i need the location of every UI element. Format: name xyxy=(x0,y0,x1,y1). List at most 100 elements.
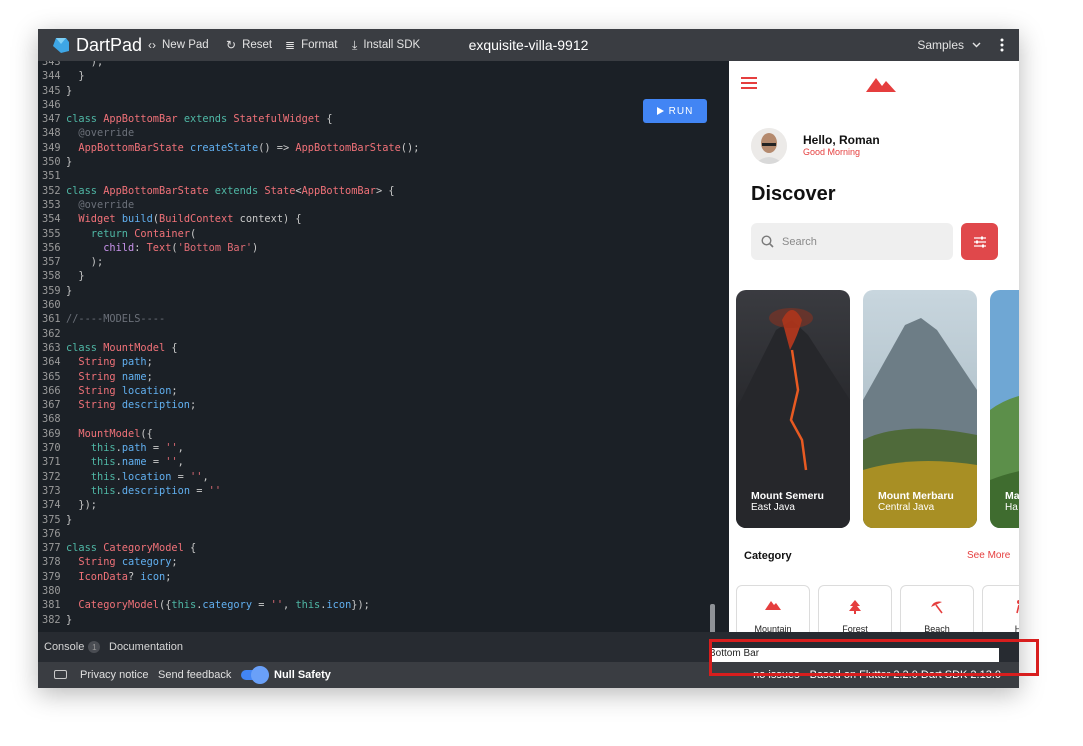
category-beach[interactable]: Beach xyxy=(900,585,974,632)
send-feedback-link[interactable]: Send feedback xyxy=(158,662,231,688)
code-line: 381 CategoryModel({this.category = '', t… xyxy=(38,598,715,612)
code-text: } xyxy=(66,156,73,169)
code-text: } xyxy=(66,284,73,297)
app-preview: Hello, Roman Good Morning Discover Searc… xyxy=(729,61,1019,632)
line-number: 346 xyxy=(42,98,61,111)
sdk-status: no issues Based on Flutter 2.2.0 Dart SD… xyxy=(753,662,1001,688)
code-line: 358 } xyxy=(38,269,715,283)
line-number: 358 xyxy=(42,270,61,283)
issues-text: no issues xyxy=(753,669,800,681)
code-line: 352 class AppBottomBarState extends State… xyxy=(38,184,715,198)
menu-icon[interactable] xyxy=(741,77,757,89)
code-text: String description; xyxy=(78,399,197,412)
code-text: this.description = '' xyxy=(90,484,222,497)
sdk-version-text: Based on Flutter 2.2.0 Dart SDK 2.13.0 xyxy=(809,669,1001,681)
mountain-card[interactable]: Mount Semeru East Java xyxy=(736,290,850,528)
line-number: 348 xyxy=(42,127,61,140)
hiking-icon xyxy=(1016,600,1019,614)
line-number: 343 xyxy=(42,61,61,68)
code-line: 370 this.path = '', xyxy=(38,441,715,455)
mountain-icon xyxy=(765,601,781,610)
code-line: 351 xyxy=(38,169,715,183)
category-label: Beach xyxy=(924,624,950,632)
format-button[interactable]: ≣ Format xyxy=(285,29,337,61)
reset-icon: ↻ xyxy=(226,38,237,52)
line-number: 364 xyxy=(42,356,61,369)
line-number: 375 xyxy=(42,513,61,526)
format-lines-icon: ≣ xyxy=(285,38,296,52)
documentation-tab[interactable]: Documentation xyxy=(109,632,183,662)
reset-button[interactable]: ↻ Reset xyxy=(226,29,272,61)
console-tab[interactable]: Console 1 xyxy=(44,632,101,662)
new-pad-button[interactable]: ‹› New Pad xyxy=(148,29,209,61)
code-line: 378 String category; xyxy=(38,555,715,569)
user-greeting-time: Good Morning xyxy=(803,147,861,157)
line-number: 373 xyxy=(42,484,61,497)
line-number: 380 xyxy=(42,584,61,597)
line-number: 376 xyxy=(42,527,61,540)
code-text: class AppBottomBarState extends State<Ap… xyxy=(66,184,395,197)
line-number: 371 xyxy=(42,456,61,469)
mountain-card[interactable]: Ma Ha xyxy=(990,290,1019,528)
line-number: 359 xyxy=(42,284,61,297)
line-number: 377 xyxy=(42,542,61,555)
search-icon xyxy=(761,235,774,248)
avatar xyxy=(751,128,787,164)
code-text: MountModel({ xyxy=(78,427,153,440)
toggle-knob xyxy=(251,666,269,684)
status-bar: Privacy notice Send feedback Null Safety… xyxy=(38,662,1019,688)
search-input[interactable]: Search xyxy=(751,223,953,260)
run-button[interactable]: RUN xyxy=(643,99,707,123)
code-line: 362 xyxy=(38,327,715,341)
category-mountain[interactable]: Mountain xyxy=(736,585,810,632)
code-line: 359} xyxy=(38,284,715,298)
install-sdk-button[interactable]: ⤓ Install SDK xyxy=(352,29,420,61)
keyboard-icon[interactable] xyxy=(54,670,67,679)
samples-dropdown[interactable]: Samples xyxy=(917,29,981,61)
code-text: } xyxy=(66,70,85,83)
card-location: Ha xyxy=(1005,502,1018,513)
install-sdk-label: Install SDK xyxy=(363,39,421,51)
code-text: ); xyxy=(66,256,104,269)
code-line: 349 AppBottomBarState createState() => A… xyxy=(38,141,715,155)
code-text: } xyxy=(66,270,85,283)
code-text: } xyxy=(66,613,73,626)
line-number: 378 xyxy=(42,556,61,569)
mountain-card[interactable]: Mount Merbaru Central Java xyxy=(863,290,977,528)
code-text: IconData? icon; xyxy=(78,570,172,583)
null-safety-label: Null Safety xyxy=(274,669,331,681)
line-number: 354 xyxy=(42,213,61,226)
code-line: 373 this.description = '' xyxy=(38,484,715,498)
console-count-badge: 1 xyxy=(88,641,101,653)
line-number: 365 xyxy=(42,370,61,383)
line-number: 366 xyxy=(42,384,61,397)
code-editor[interactable]: 343 ); 344 } 345} 346 347 class AppBottomBar … xyxy=(38,61,715,632)
format-label: Format xyxy=(301,39,338,51)
dartpad-window: DartPad ‹› New Pad ↻ Reset ≣ Format ⤓ In… xyxy=(38,29,1019,688)
mountain-logo-icon xyxy=(866,78,896,92)
code-line: 375} xyxy=(38,513,715,527)
top-bar: DartPad ‹› New Pad ↻ Reset ≣ Format ⤓ In… xyxy=(38,29,1019,61)
line-number: 355 xyxy=(42,227,61,240)
see-more-link[interactable]: See More xyxy=(967,550,1010,561)
dart-logo-icon xyxy=(53,38,69,53)
line-number: 352 xyxy=(42,184,61,197)
filter-button[interactable] xyxy=(961,223,998,260)
line-number: 353 xyxy=(42,198,61,211)
code-line: 344 } xyxy=(38,69,715,83)
code-text: this.name = '', xyxy=(90,456,184,469)
editor-scrollbar[interactable] xyxy=(710,604,715,632)
line-number: 356 xyxy=(42,241,61,254)
code-line: 377 class CategoryModel { xyxy=(38,541,715,555)
line-number: 345 xyxy=(42,84,61,97)
more-vert-button[interactable] xyxy=(995,29,1009,61)
code-line: 364 String path; xyxy=(38,355,715,369)
privacy-notice-link[interactable]: Privacy notice xyxy=(80,662,148,688)
code-brackets-icon: ‹› xyxy=(148,38,156,52)
category-forest[interactable]: Forest xyxy=(818,585,892,632)
category-hiking[interactable]: Hi xyxy=(982,585,1019,632)
card-title: Mount Semeru xyxy=(751,490,824,502)
code-line: 361 //----MODELS---- xyxy=(38,312,715,326)
code-text: child: Text('Bottom Bar') xyxy=(103,241,259,254)
card-location: Central Java xyxy=(878,502,935,513)
